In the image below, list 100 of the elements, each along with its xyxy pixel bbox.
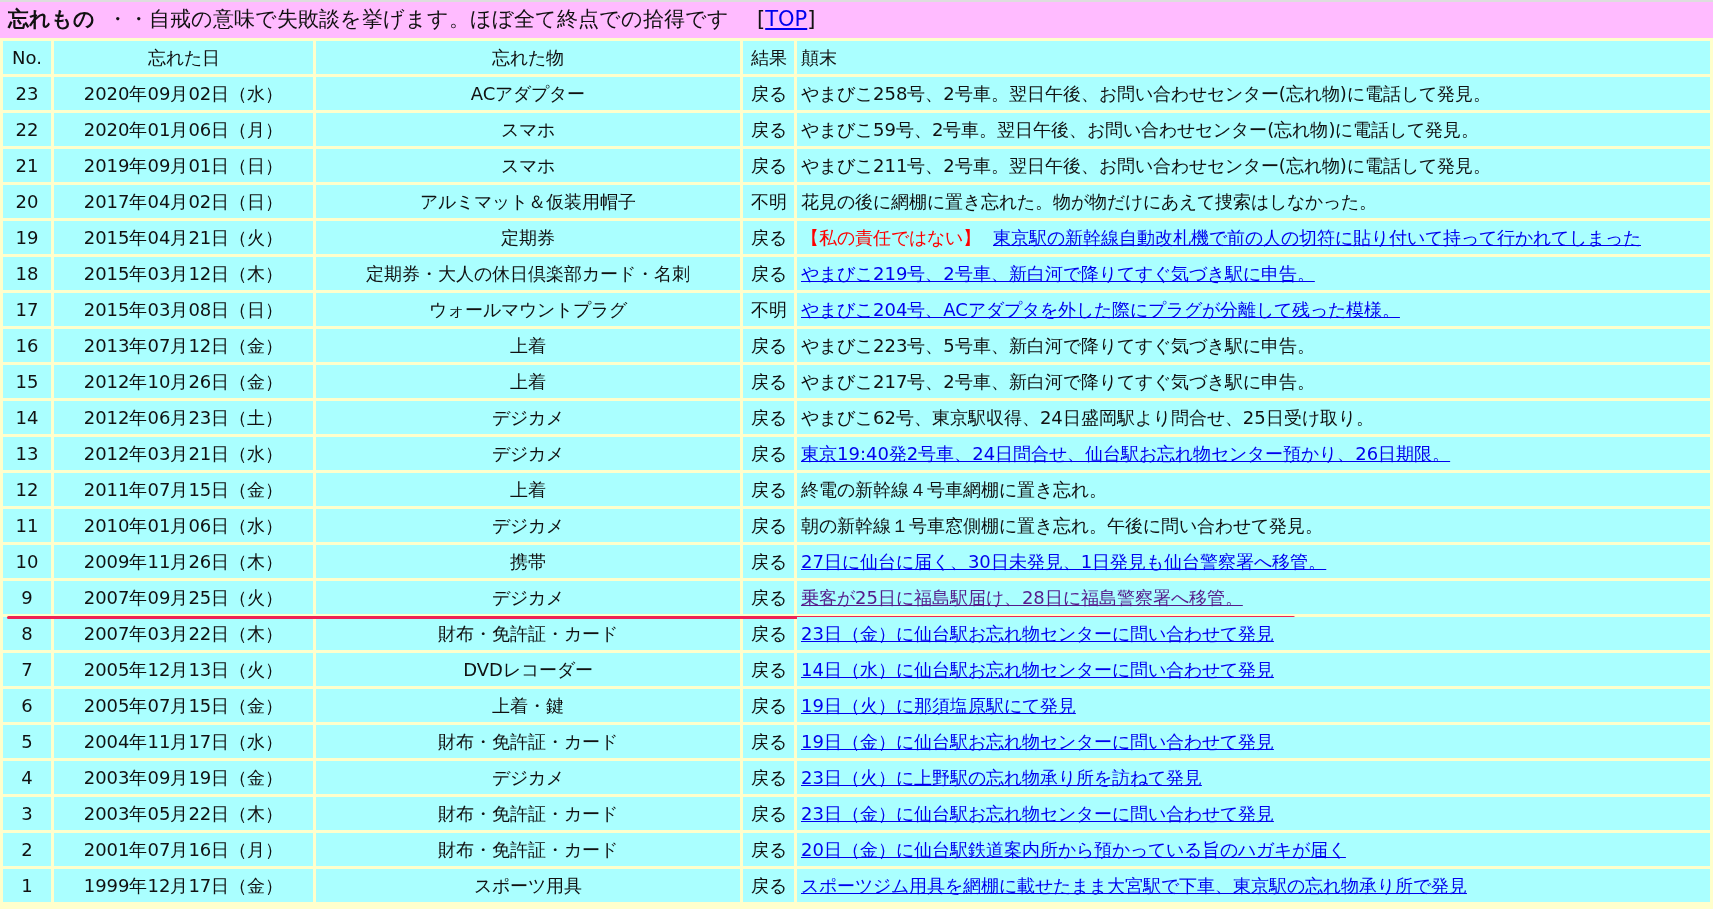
number-cell: 17 bbox=[3, 293, 51, 326]
result-cell: 戻る bbox=[743, 473, 794, 506]
date-cell: 2003年09月19日（金） bbox=[54, 761, 313, 794]
number-cell: 8 bbox=[3, 617, 51, 650]
result-cell: 戻る bbox=[743, 509, 794, 542]
result-cell: 戻る bbox=[743, 689, 794, 722]
item-cell: 上着 bbox=[316, 473, 740, 506]
column-header: 忘れた日 bbox=[54, 41, 313, 74]
item-cell: 財布・免許証・カード bbox=[316, 725, 740, 758]
number-cell: 12 bbox=[3, 473, 51, 506]
result-cell: 戻る bbox=[743, 653, 794, 686]
date-cell: 2015年04月21日（火） bbox=[54, 221, 313, 254]
number-cell: 13 bbox=[3, 437, 51, 470]
date-cell: 2012年10月26日（金） bbox=[54, 365, 313, 398]
item-cell: 定期券 bbox=[316, 221, 740, 254]
date-cell: 2011年07月15日（金） bbox=[54, 473, 313, 506]
page-title: 忘れもの bbox=[8, 6, 95, 34]
item-cell: 上着 bbox=[316, 365, 740, 398]
result-cell: 不明 bbox=[743, 185, 794, 218]
date-cell: 2015年03月08日（日） bbox=[54, 293, 313, 326]
item-cell: デジカメ bbox=[316, 437, 740, 470]
result-cell: 戻る bbox=[743, 869, 794, 902]
remark-text: 朝の新幹線１号車窓側棚に置き忘れ。午後に問い合わせて発見。 bbox=[801, 514, 1323, 536]
column-header: No. bbox=[3, 41, 51, 74]
remark-link[interactable]: 東京駅の新幹線自動改札機で前の人の切符に貼り付いて持って行かれてしまった bbox=[993, 226, 1641, 248]
date-cell: 2019年09月01日（日） bbox=[54, 149, 313, 182]
date-cell: 2012年06月23日（土） bbox=[54, 401, 313, 434]
date-cell: 1999年12月17日（金） bbox=[54, 869, 313, 902]
date-cell: 2007年09月25日（火） bbox=[54, 581, 313, 614]
result-cell: 戻る bbox=[743, 761, 794, 794]
column-header: 忘れた物 bbox=[316, 41, 740, 74]
number-cell: 2 bbox=[3, 833, 51, 866]
result-cell: 戻る bbox=[743, 833, 794, 866]
number-cell: 7 bbox=[3, 653, 51, 686]
number-cell: 4 bbox=[3, 761, 51, 794]
item-cell: ウォールマウントプラグ bbox=[316, 293, 740, 326]
date-cell: 2005年07月15日（金） bbox=[54, 689, 313, 722]
remark-text: やまびこ258号、2号車。翌日午後、お問い合わせセンター(忘れ物)に電話して発見。 bbox=[801, 82, 1491, 104]
item-cell: ACアダプター bbox=[316, 77, 740, 110]
number-cell: 23 bbox=[3, 77, 51, 110]
result-cell: 戻る bbox=[743, 581, 794, 614]
remark-note: 【私の責任ではない】 bbox=[801, 226, 981, 248]
date-cell: 2015年03月12日（木） bbox=[54, 257, 313, 290]
bracket-text: ] bbox=[807, 6, 816, 34]
date-cell: 2012年03月21日（水） bbox=[54, 437, 313, 470]
item-cell: 定期券・大人の休日倶楽部カード・名刺 bbox=[316, 257, 740, 290]
result-cell: 戻る bbox=[743, 77, 794, 110]
number-cell: 10 bbox=[3, 545, 51, 578]
top-link[interactable]: TOP bbox=[765, 4, 808, 36]
remark-text: やまびこ59号、2号車。翌日午後、お問い合わせセンター(忘れ物)に電話して発見。 bbox=[801, 118, 1480, 140]
result-cell: 戻る bbox=[743, 437, 794, 470]
date-cell: 2013年07月12日（金） bbox=[54, 329, 313, 362]
number-cell: 5 bbox=[3, 725, 51, 758]
date-cell: 2009年11月26日（木） bbox=[54, 545, 313, 578]
number-cell: 1 bbox=[3, 869, 51, 902]
result-cell: 戻る bbox=[743, 617, 794, 650]
result-cell: 戻る bbox=[743, 113, 794, 146]
result-cell: 戻る bbox=[743, 725, 794, 758]
date-cell: 2005年12月13日（火） bbox=[54, 653, 313, 686]
date-cell: 2001年07月16日（月） bbox=[54, 833, 313, 866]
item-cell: デジカメ bbox=[316, 401, 740, 434]
item-cell: スポーツ用具 bbox=[316, 869, 740, 902]
result-cell: 戻る bbox=[743, 257, 794, 290]
result-cell: 戻る bbox=[743, 329, 794, 362]
item-cell: 財布・免許証・カード bbox=[316, 617, 740, 650]
number-cell: 20 bbox=[3, 185, 51, 218]
number-cell: 11 bbox=[3, 509, 51, 542]
remark-text: 終電の新幹線４号車網棚に置き忘れ。 bbox=[801, 478, 1107, 500]
column-header: 顛末 bbox=[797, 41, 1710, 74]
item-cell: 財布・免許証・カード bbox=[316, 833, 740, 866]
number-cell: 3 bbox=[3, 797, 51, 830]
result-cell: 戻る bbox=[743, 401, 794, 434]
item-cell: スマホ bbox=[316, 113, 740, 146]
number-cell: 16 bbox=[3, 329, 51, 362]
date-cell: 2017年04月02日（日） bbox=[54, 185, 313, 218]
item-cell: デジカメ bbox=[316, 761, 740, 794]
result-cell: 不明 bbox=[743, 293, 794, 326]
date-cell: 2020年01月06日（月） bbox=[54, 113, 313, 146]
remark-text: やまびこ217号、2号車、新白河で降りてすぐ気づき駅に申告。 bbox=[801, 370, 1315, 392]
result-cell: 戻る bbox=[743, 797, 794, 830]
column-header: 結果 bbox=[743, 41, 794, 74]
item-cell: 上着・鍵 bbox=[316, 689, 740, 722]
date-cell: 2010年01月06日（水） bbox=[54, 509, 313, 542]
number-cell: 21 bbox=[3, 149, 51, 182]
result-cell: 戻る bbox=[743, 149, 794, 182]
item-cell: 上着 bbox=[316, 329, 740, 362]
number-cell: 18 bbox=[3, 257, 51, 290]
date-cell: 2003年05月22日（木） bbox=[54, 797, 313, 830]
item-cell: スマホ bbox=[316, 149, 740, 182]
date-cell: 2004年11月17日（水） bbox=[54, 725, 313, 758]
result-cell: 戻る bbox=[743, 221, 794, 254]
remark-text: やまびこ211号、2号車。翌日午後、お問い合わせセンター(忘れ物)に電話して発見。 bbox=[801, 154, 1491, 176]
number-cell: 6 bbox=[3, 689, 51, 722]
page-description: ・・自戒の意味で失敗談を挙げます。ほぼ全て終点での拾得です bbox=[107, 6, 729, 34]
number-cell: 15 bbox=[3, 365, 51, 398]
result-cell: 戻る bbox=[743, 545, 794, 578]
date-cell: 2007年03月22日（木） bbox=[54, 617, 313, 650]
item-cell: デジカメ bbox=[316, 581, 740, 614]
date-cell: 2020年09月02日（水） bbox=[54, 77, 313, 110]
item-cell: アルミマット＆仮装用帽子 bbox=[316, 185, 740, 218]
